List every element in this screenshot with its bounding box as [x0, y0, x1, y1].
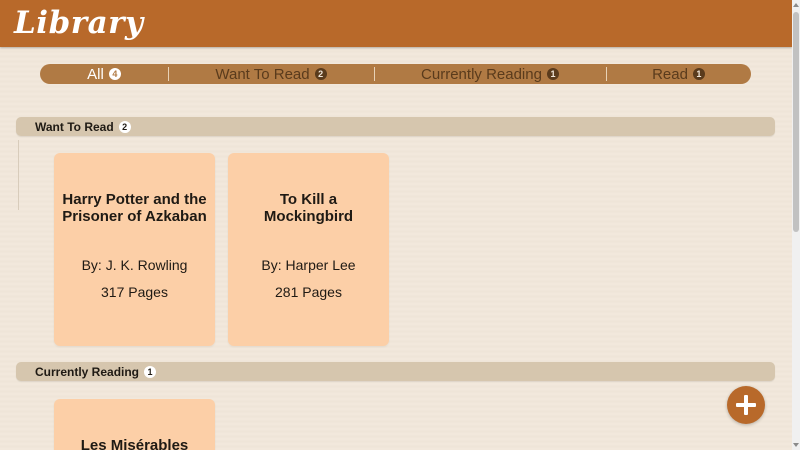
tab-read[interactable]: Read 1 — [606, 64, 751, 84]
tab-label: Want To Read — [215, 65, 310, 83]
book-title: To Kill a Mockingbird — [263, 191, 354, 225]
book-author: By: Harper Lee — [261, 257, 356, 273]
book-title: Harry Potter and the Prisoner of Azkaban — [62, 191, 207, 225]
plus-icon-stroke — [744, 395, 748, 415]
add-book-button[interactable] — [727, 386, 765, 424]
scroll-down-arrow-icon[interactable] — [793, 443, 799, 447]
book-title: Les Misérables — [80, 437, 189, 450]
tab-count-badge: 2 — [314, 68, 327, 80]
tab-currently-reading[interactable]: Currently Reading 1 — [374, 64, 606, 84]
library-page: Library All 4 Want To Read 2 Currently R… — [0, 0, 800, 450]
book-card[interactable]: To Kill a Mockingbird By: Harper Lee 281… — [228, 153, 389, 346]
tab-count-badge: 4 — [108, 68, 121, 80]
tab-label: Currently Reading — [421, 65, 542, 83]
shelf-tabs: All 4 Want To Read 2 Currently Reading 1… — [40, 64, 751, 84]
section-title: Want To Read — [35, 119, 114, 134]
tab-divider — [606, 67, 607, 81]
scroll-up-arrow-icon[interactable] — [793, 3, 799, 7]
app-header: Library — [0, 0, 792, 47]
tab-label: All — [87, 65, 104, 83]
section-header-currently-reading[interactable]: Currently Reading 1 — [16, 362, 775, 381]
section-title: Currently Reading — [35, 364, 140, 379]
book-card[interactable]: Harry Potter and the Prisoner of Azkaban… — [54, 153, 215, 346]
section-count-badge: 1 — [144, 365, 157, 378]
vertical-scrollbar[interactable] — [792, 0, 800, 450]
section-count-badge: 2 — [118, 120, 131, 133]
scrollbar-thumb[interactable] — [793, 12, 799, 232]
book-page-count: 317 Pages — [101, 284, 168, 300]
book-author: By: J. K. Rowling — [81, 257, 188, 273]
tab-divider — [374, 67, 375, 81]
book-card[interactable]: Les Misérables — [54, 399, 215, 450]
section-header-want-to-read[interactable]: Want To Read 2 — [16, 117, 775, 136]
tab-all[interactable]: All 4 — [40, 64, 168, 84]
app-title: Library — [14, 5, 144, 41]
tab-divider — [168, 67, 169, 81]
tab-label: Read — [652, 65, 688, 83]
tab-count-badge: 1 — [692, 68, 705, 80]
book-page-count: 281 Pages — [275, 284, 342, 300]
shelf-divider — [18, 140, 19, 210]
tab-want-to-read[interactable]: Want To Read 2 — [168, 64, 374, 84]
tab-count-badge: 1 — [546, 68, 559, 80]
